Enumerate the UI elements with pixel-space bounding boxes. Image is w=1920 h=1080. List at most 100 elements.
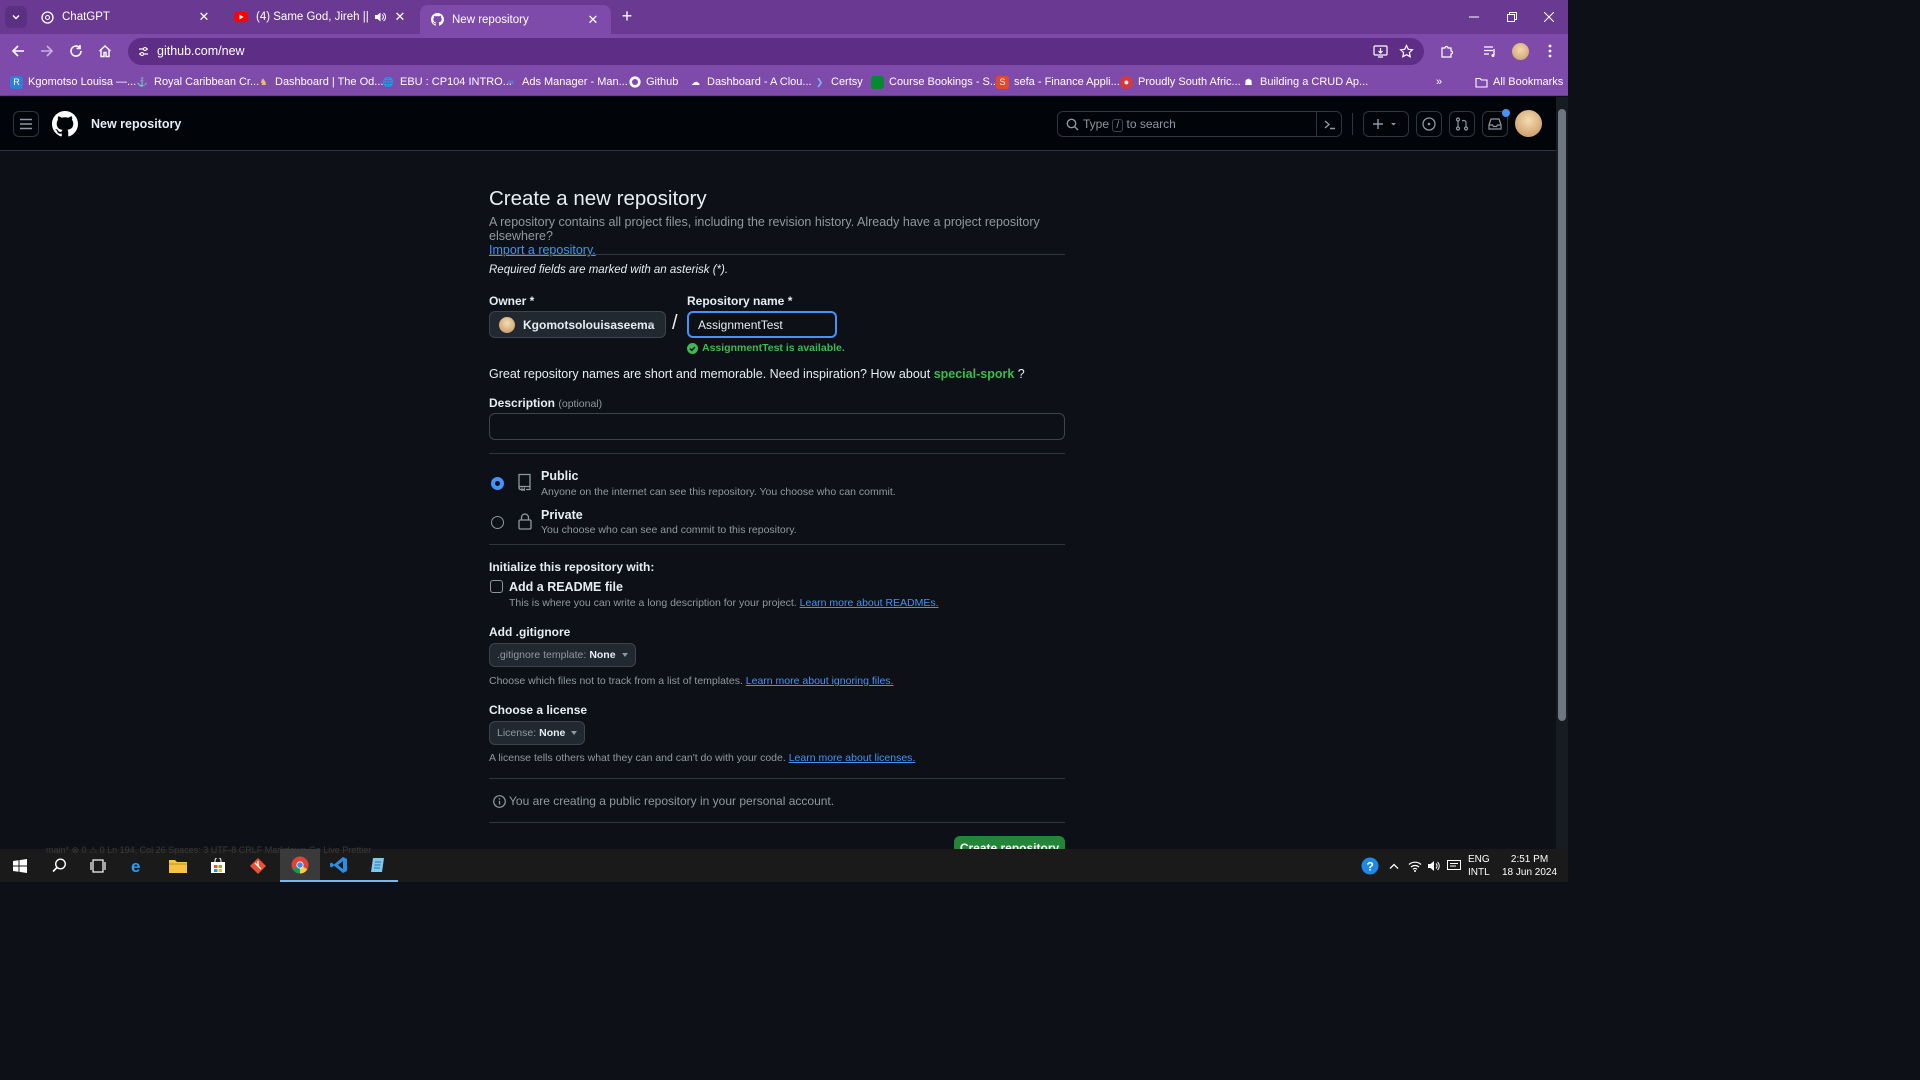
gitignore-heading: Add .gitignore: [489, 625, 571, 639]
taskbar-search-button[interactable]: [39, 849, 79, 882]
tab-search-button[interactable]: [5, 6, 27, 28]
readme-label[interactable]: Add a README file: [509, 580, 623, 594]
meta-icon: ∞: [507, 77, 514, 87]
clock[interactable]: 2:51 PM 18 Jun 2024: [1502, 849, 1557, 882]
bookmark-item[interactable]: R Kgomotso Louisa —...: [10, 74, 136, 90]
close-icon[interactable]: ✕: [585, 12, 601, 28]
media-controls-button[interactable]: [1480, 41, 1500, 61]
bookmark-item[interactable]: Ssefa - Finance Appli...: [996, 74, 1120, 90]
task-view-button[interactable]: [78, 849, 118, 882]
profile-avatar[interactable]: [1510, 41, 1530, 61]
bookmark-item[interactable]: ☗ Building a CRUD Ap...: [1242, 74, 1368, 90]
bookmark-item[interactable]: 🌐 EBU : CP104 INTRO...: [382, 74, 512, 90]
private-title[interactable]: Private: [541, 508, 583, 522]
init-heading: Initialize this repository with:: [489, 560, 655, 574]
create-new-button[interactable]: [1363, 111, 1409, 137]
help-tray-icon[interactable]: ?: [1361, 849, 1379, 882]
show-hidden-icons-button[interactable]: [1389, 849, 1399, 882]
bookmarks-overflow-button[interactable]: »: [1436, 74, 1442, 90]
menu-button[interactable]: [13, 111, 39, 137]
learn-readmes-link[interactable]: Learn more about READMEs.: [800, 597, 939, 609]
inbox-button[interactable]: [1482, 109, 1510, 137]
reload-icon: [70, 45, 82, 57]
new-tab-button[interactable]: +: [617, 7, 637, 27]
search-input[interactable]: Type / to search: [1057, 111, 1342, 137]
bookmark-favicon-icon: ♞: [259, 76, 268, 87]
input-language-indicator[interactable]: ENG INTL: [1468, 849, 1490, 882]
description-input[interactable]: [489, 413, 1065, 440]
start-button[interactable]: [0, 849, 40, 882]
learn-licenses-link[interactable]: Learn more about licenses.: [789, 752, 916, 764]
private-radio[interactable]: [491, 516, 504, 529]
chrome-app[interactable]: [280, 849, 320, 882]
chevron-up-icon: [1389, 863, 1399, 869]
license-heading: Choose a license: [489, 703, 588, 717]
plus-dropdown-icon: [1373, 119, 1396, 129]
readme-checkbox[interactable]: [490, 580, 503, 593]
store-app[interactable]: [198, 849, 238, 882]
caret-down-icon: [648, 323, 654, 327]
kebab-menu-icon: [1548, 44, 1552, 58]
license-description: A license tells others what they can and…: [489, 752, 916, 764]
bookmark-item[interactable]: ∞ Ads Manager - Man...: [504, 74, 628, 90]
install-app-icon[interactable]: [1373, 44, 1388, 59]
home-button[interactable]: [95, 41, 115, 61]
pull-requests-button[interactable]: [1449, 111, 1475, 137]
avatar[interactable]: [1515, 110, 1542, 137]
bookmark-item[interactable]: ● Proudly South Afric...: [1120, 74, 1241, 90]
tab-chatgpt[interactable]: ChatGPT ✕: [30, 0, 222, 34]
reload-button[interactable]: [66, 41, 86, 61]
back-button[interactable]: [8, 41, 28, 61]
tab-new-repository[interactable]: New repository ✕: [420, 5, 611, 34]
git-app[interactable]: [238, 849, 278, 882]
store-icon: [211, 857, 225, 873]
page-scrollbar[interactable]: [1556, 97, 1568, 849]
edge-app[interactable]: e: [118, 849, 158, 882]
window-close-button[interactable]: [1530, 0, 1568, 34]
bookmark-item[interactable]: ♞ Dashboard | The Od...: [257, 74, 383, 90]
owner-select[interactable]: Kgomotsolouisaseema: [489, 311, 666, 338]
notepad-icon: [371, 858, 384, 872]
url-text[interactable]: github.com/new: [157, 44, 245, 58]
bookmark-item[interactable]: ❯ Certsy: [813, 74, 863, 90]
vscode-app[interactable]: [319, 849, 359, 882]
site-info-icon[interactable]: [137, 45, 150, 58]
all-bookmarks-button[interactable]: All Bookmarks: [1475, 74, 1563, 90]
bookmark-favicon-icon: ☗: [1244, 76, 1253, 87]
public-radio[interactable]: [491, 477, 504, 490]
license-select[interactable]: License: None: [489, 721, 586, 745]
close-icon[interactable]: ✕: [196, 9, 212, 25]
gitignore-template-select[interactable]: .gitignore template: None: [489, 643, 636, 667]
volume-tray-icon[interactable]: [1427, 849, 1441, 882]
git-pull-request-icon: [1455, 117, 1469, 131]
github-logo[interactable]: [52, 111, 78, 137]
issues-button[interactable]: [1416, 111, 1442, 137]
learn-ignoring-files-link[interactable]: Learn more about ignoring files.: [746, 675, 894, 687]
public-title[interactable]: Public: [541, 469, 579, 483]
extensions-button[interactable]: [1437, 41, 1457, 61]
speaker-icon[interactable]: [372, 9, 388, 25]
browser-menu-button[interactable]: [1540, 41, 1560, 61]
restore-button[interactable]: [1493, 0, 1531, 34]
scrollbar-thumb[interactable]: [1558, 109, 1566, 721]
repo-name-input[interactable]: [687, 311, 837, 338]
file-explorer-app[interactable]: [158, 849, 198, 882]
bookmark-item[interactable]: ⚓ Royal Caribbean Cr...: [136, 74, 259, 90]
tab-youtube[interactable]: (4) Same God, Jireh || Dante ✕: [224, 0, 418, 34]
bookmark-item[interactable]: Github: [628, 74, 678, 90]
network-tray-icon[interactable]: [1408, 849, 1422, 882]
command-palette-icon[interactable]: [1323, 118, 1336, 131]
close-icon[interactable]: ✕: [392, 9, 408, 25]
star-icon[interactable]: [1399, 44, 1414, 59]
address-bar[interactable]: github.com/new: [128, 38, 1424, 65]
bookmark-item[interactable]: ☁ Dashboard - A Clou...: [689, 74, 812, 90]
notifications-tray-icon[interactable]: [1447, 849, 1461, 882]
suggested-name-link[interactable]: special-spork: [934, 367, 1015, 381]
check-circle-icon: [687, 342, 698, 354]
inspiration-text: Great repository names are short and mem…: [489, 367, 1025, 381]
bookmark-item[interactable]: Course Bookings - S...: [871, 74, 999, 90]
minimize-button[interactable]: [1455, 0, 1493, 34]
notepad-app[interactable]: [358, 849, 398, 882]
forward-button[interactable]: [37, 41, 57, 61]
create-repository-button[interactable]: Create repository: [954, 836, 1065, 850]
